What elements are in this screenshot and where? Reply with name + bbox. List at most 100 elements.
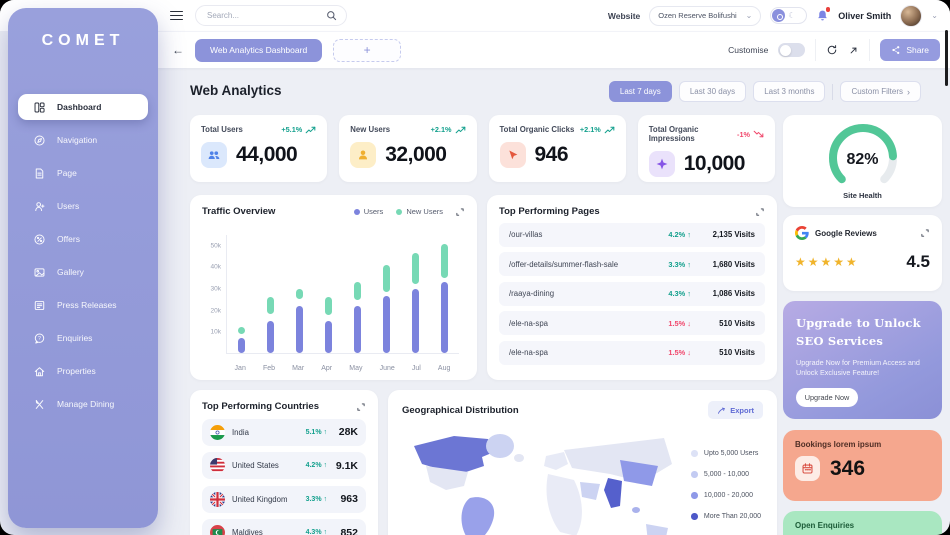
users-bar bbox=[354, 306, 361, 353]
search-input[interactable] bbox=[207, 11, 326, 20]
kpi-label: Total Users bbox=[201, 125, 243, 134]
sidebar-menu: Dashboard Navigation Page Users Offers G… bbox=[8, 94, 158, 417]
top-pages-card: Top Performing Pages /our-villas 4.2% ↑ … bbox=[487, 195, 777, 380]
bar-group-feb[interactable] bbox=[267, 235, 274, 353]
page-visits: 1,680 Visits bbox=[691, 260, 755, 269]
kpi-total-organic-impressions: Total Organic Impressions -1% 10,000 bbox=[638, 115, 775, 182]
sidebar-item-offers[interactable]: Offers bbox=[18, 226, 148, 252]
tab-web-analytics-dashboard[interactable]: Web Analytics Dashboard bbox=[195, 39, 322, 62]
site-health-card: 82% Site Health bbox=[783, 115, 942, 207]
kpi-trend: -1% bbox=[737, 130, 764, 139]
kpi-label: New Users bbox=[350, 125, 390, 134]
custom-filters-button[interactable]: Custom Filters › bbox=[840, 81, 921, 102]
export-button[interactable]: Export bbox=[708, 401, 763, 419]
website-select[interactable]: Ozen Reserve Bolifushi ⌄ bbox=[649, 6, 761, 26]
filter-last-3-months[interactable]: Last 3 months bbox=[753, 81, 825, 102]
profile-chevron-icon[interactable]: ⌄ bbox=[931, 12, 938, 20]
expand-card-icon[interactable] bbox=[455, 207, 465, 217]
page-row--ele-na-spa[interactable]: /ele-na-spa 1.5% ↓ 510 Visits bbox=[499, 311, 765, 335]
expand-card-icon[interactable] bbox=[356, 402, 366, 412]
date-filters: Last 7 days Last 30 days Last 3 months Cust… bbox=[609, 81, 921, 102]
sidebar-item-press-releases[interactable]: Press Releases bbox=[18, 292, 148, 318]
filter-last-30-days[interactable]: Last 30 days bbox=[679, 81, 746, 102]
sidebar-item-navigation[interactable]: Navigation bbox=[18, 127, 148, 153]
back-arrow-icon[interactable]: ← bbox=[172, 43, 184, 57]
expand-card-icon[interactable] bbox=[755, 207, 765, 217]
cursor-icon bbox=[500, 142, 526, 168]
users-bar bbox=[383, 296, 390, 353]
bookings-label: Bookings lorem ipsum bbox=[795, 440, 930, 449]
bookings-value: 346 bbox=[830, 457, 865, 481]
sidebar-item-dashboard[interactable]: Dashboard bbox=[18, 94, 148, 120]
country-row-india[interactable]: India 5.1% ↑ 28K bbox=[202, 419, 366, 446]
upgrade-now-button[interactable]: Upgrade Now bbox=[796, 388, 858, 407]
refresh-icon[interactable] bbox=[826, 44, 838, 56]
page-row--ele-na-spa[interactable]: /ele-na-spa 1.5% ↓ 510 Visits bbox=[499, 341, 765, 365]
country-row-maldives[interactable]: Maldives 4.3% ↑ 852 bbox=[202, 519, 366, 535]
bar-group-mar[interactable] bbox=[296, 235, 303, 353]
add-tab-button[interactable]: + bbox=[333, 39, 401, 62]
traffic-overview-title: Traffic Overview bbox=[202, 206, 275, 217]
country-row-united-kingdom[interactable]: United Kingdom 3.3% ↑ 963 bbox=[202, 486, 366, 513]
geo-title: Geographical Distribution bbox=[402, 405, 519, 416]
page-row--offer-details-summer-flash-sale[interactable]: /offer-details/summer-flash-sale 3.3% ↑ … bbox=[499, 252, 765, 276]
page-row--our-villas[interactable]: /our-villas 4.2% ↑ 2,135 Visits bbox=[499, 223, 765, 247]
notification-dot bbox=[826, 7, 831, 12]
sparkle-icon bbox=[649, 151, 675, 177]
kpi-value: 44,000 bbox=[236, 143, 297, 167]
sidebar-item-label: Enquiries bbox=[57, 333, 92, 343]
website-select-value: Ozen Reserve Bolifushi bbox=[658, 11, 736, 20]
properties-icon bbox=[33, 365, 46, 378]
country-row-united-states[interactable]: United States 4.2% ↑ 9.1K bbox=[202, 452, 366, 479]
bar-group-apr[interactable] bbox=[325, 235, 332, 353]
bar-group-aug[interactable] bbox=[441, 235, 448, 353]
geo-distribution-card: Geographical Distribution Export bbox=[388, 390, 777, 535]
map-legend-item: 5,000 - 10,000 bbox=[691, 471, 761, 478]
dining-icon bbox=[33, 398, 46, 411]
notifications-bell-icon[interactable] bbox=[816, 9, 829, 22]
upgrade-seo-card: Upgrade to Unlock SEO Services Upgrade N… bbox=[783, 301, 942, 419]
bar-group-june[interactable] bbox=[383, 235, 390, 353]
search-field[interactable] bbox=[195, 5, 347, 26]
theme-toggle-knob bbox=[772, 9, 785, 22]
expand-diagonal-icon[interactable] bbox=[848, 45, 859, 56]
share-button[interactable]: Share bbox=[880, 39, 940, 61]
export-arrow-icon bbox=[717, 406, 726, 415]
x-label: Apr bbox=[321, 365, 332, 372]
country-name: United States bbox=[232, 461, 279, 470]
sidebar-item-page[interactable]: Page bbox=[18, 160, 148, 186]
offers-icon bbox=[33, 233, 46, 246]
legend-users: Users bbox=[354, 207, 384, 216]
x-label: Jul bbox=[412, 365, 421, 372]
bar-group-jan[interactable] bbox=[238, 235, 245, 353]
sidebar-item-properties[interactable]: Properties bbox=[18, 358, 148, 384]
users-icon bbox=[33, 200, 46, 213]
filter-last-7-days[interactable]: Last 7 days bbox=[609, 81, 672, 102]
page-row--raaya-dining[interactable]: /raaya-dining 4.3% ↑ 1,086 Visits bbox=[499, 282, 765, 306]
hamburger-menu-icon[interactable] bbox=[170, 11, 183, 21]
sidebar-item-label: Properties bbox=[57, 366, 96, 376]
sidebar-item-enquiries[interactable]: ? Enquiries bbox=[18, 325, 148, 351]
flag-uk-icon bbox=[210, 492, 225, 507]
customise-toggle[interactable] bbox=[778, 43, 805, 57]
theme-toggle[interactable]: ☾ bbox=[770, 7, 807, 24]
scrollbar[interactable] bbox=[945, 30, 948, 86]
country-trend: 5.1% ↑ bbox=[306, 429, 327, 436]
star-rating: ★★★★★ bbox=[795, 255, 859, 269]
sidebar-item-label: Gallery bbox=[57, 267, 84, 277]
sidebar-item-users[interactable]: Users bbox=[18, 193, 148, 219]
top-pages-title: Top Performing Pages bbox=[499, 206, 600, 217]
kpi-total-users: Total Users +5.1% 44,000 bbox=[190, 115, 327, 182]
sidebar-item-manage-dining[interactable]: Manage Dining bbox=[18, 391, 148, 417]
avatar[interactable] bbox=[900, 5, 922, 27]
bar-group-jul[interactable] bbox=[412, 235, 419, 353]
expand-card-icon[interactable] bbox=[920, 228, 930, 238]
page-path: /ele-na-spa bbox=[509, 319, 548, 328]
bar-group-may[interactable] bbox=[354, 235, 361, 353]
traffic-chart: 10k20k30k40k50k bbox=[204, 235, 463, 354]
website-label: Website bbox=[608, 11, 640, 21]
sidebar-item-gallery[interactable]: Gallery bbox=[18, 259, 148, 285]
chart-x-labels: JanFebMarAprMayJuneJulAug bbox=[226, 365, 459, 372]
x-label: Feb bbox=[263, 365, 275, 372]
x-label: Aug bbox=[438, 365, 450, 372]
